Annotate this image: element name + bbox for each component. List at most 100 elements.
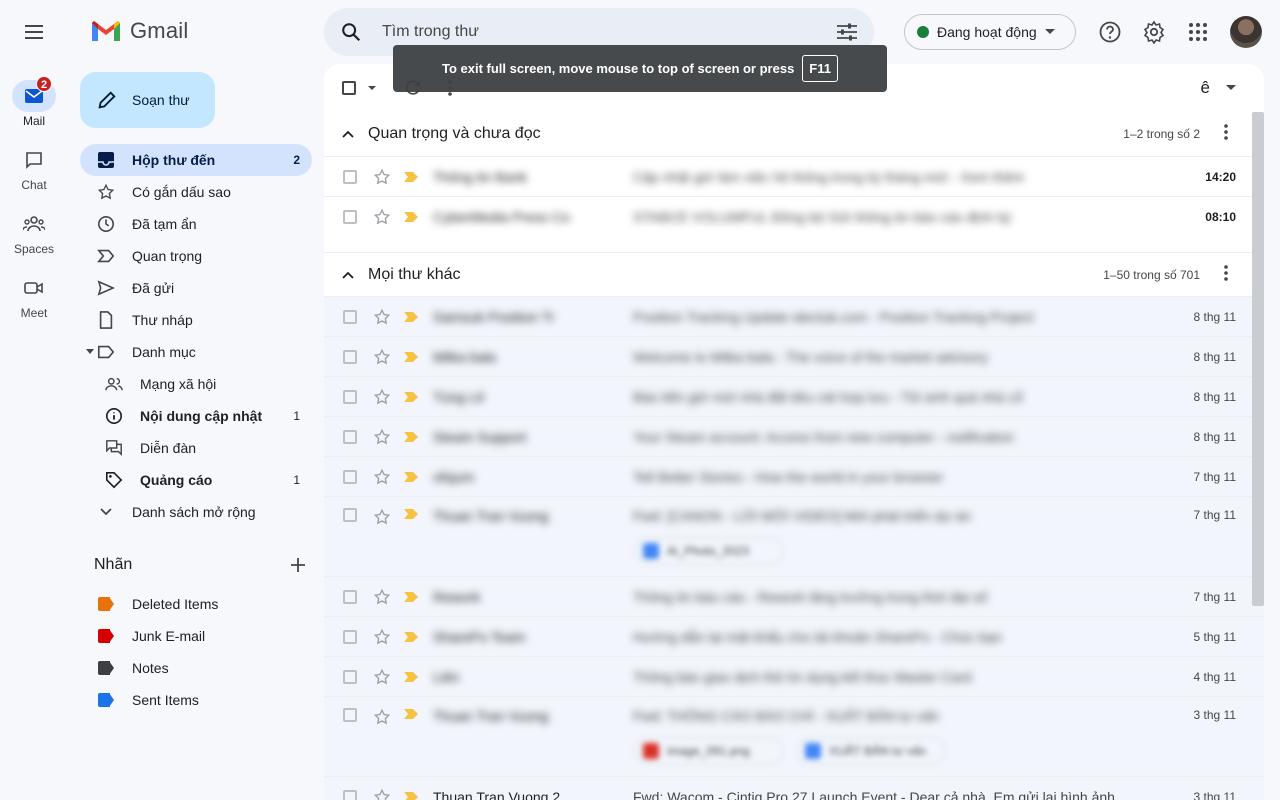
star-icon[interactable] bbox=[373, 308, 391, 326]
star-icon[interactable] bbox=[373, 708, 391, 726]
status-selector[interactable]: Đang hoạt động bbox=[904, 14, 1076, 50]
row-checkbox[interactable] bbox=[343, 169, 357, 184]
mail-row[interactable]: Tùng Lê Báo tiến giờ mới nhà đất tiêu cát… bbox=[324, 376, 1264, 416]
caret-down-icon[interactable] bbox=[368, 85, 376, 91]
important-marker-icon[interactable] bbox=[403, 671, 419, 683]
mail-row[interactable]: SharePo Team Hướng dẫn lại mật khẩu cho t… bbox=[324, 616, 1264, 656]
pencil-icon bbox=[98, 91, 116, 109]
row-checkbox[interactable] bbox=[343, 669, 357, 684]
select-all-checkbox[interactable] bbox=[342, 81, 356, 95]
important-marker-icon[interactable] bbox=[403, 708, 419, 720]
important-marker-icon[interactable] bbox=[403, 351, 419, 363]
main-menu-icon[interactable] bbox=[22, 20, 46, 44]
star-icon[interactable] bbox=[373, 428, 391, 446]
mail-row[interactable]: Thuan Tran Vuong Fwd: [CANON - LỜI MỜI VI… bbox=[324, 496, 1264, 576]
important-marker-icon[interactable] bbox=[403, 591, 419, 603]
important-marker-icon[interactable] bbox=[403, 508, 419, 520]
mail-list-scrollbar[interactable] bbox=[1252, 112, 1264, 606]
star-icon[interactable] bbox=[373, 508, 391, 526]
gmail-logo[interactable]: Gmail bbox=[90, 18, 188, 44]
star-icon[interactable] bbox=[373, 788, 391, 800]
caret-down-icon[interactable] bbox=[1226, 85, 1236, 91]
row-checkbox[interactable] bbox=[343, 209, 357, 224]
row-checkbox[interactable] bbox=[343, 629, 357, 644]
label-item-junk-email[interactable]: Junk E-mail bbox=[80, 620, 312, 652]
nav-item-snoozed[interactable]: Đã tạm ẩn bbox=[80, 208, 312, 240]
important-marker-icon[interactable] bbox=[403, 311, 419, 323]
nav-item-social[interactable]: Mạng xã hội bbox=[80, 368, 312, 400]
search-input[interactable] bbox=[382, 23, 836, 41]
row-checkbox[interactable] bbox=[343, 309, 357, 324]
compose-button[interactable]: Soạn thư bbox=[80, 72, 215, 128]
star-icon[interactable] bbox=[373, 168, 391, 186]
label-item-deleted-items[interactable]: Deleted Items bbox=[80, 588, 312, 620]
row-checkbox[interactable] bbox=[343, 429, 357, 444]
gear-icon[interactable] bbox=[1142, 20, 1166, 44]
nav-item-categories[interactable]: Danh mục bbox=[80, 336, 312, 368]
nav-item-more[interactable]: Danh sách mở rộng bbox=[80, 496, 312, 528]
rail-item-meet[interactable]: Meet bbox=[0, 272, 68, 320]
nav-item-updates[interactable]: Nội dung cập nhật 1 bbox=[80, 400, 312, 432]
attachment-chip[interactable]: XUẤT BẢN tư vấn bbox=[796, 737, 946, 765]
star-icon[interactable] bbox=[373, 588, 391, 606]
forum-icon bbox=[104, 438, 124, 458]
nav-item-starred[interactable]: Có gắn dấu sao bbox=[80, 176, 312, 208]
star-icon[interactable] bbox=[373, 668, 391, 686]
row-checkbox[interactable] bbox=[343, 789, 357, 800]
search-options-icon[interactable] bbox=[836, 22, 858, 42]
row-checkbox[interactable] bbox=[343, 708, 357, 722]
star-icon[interactable] bbox=[373, 388, 391, 406]
more-vert-icon[interactable] bbox=[1224, 124, 1228, 140]
row-checkbox[interactable] bbox=[343, 508, 357, 522]
help-icon[interactable] bbox=[1098, 20, 1122, 44]
nav-item-important[interactable]: Quan trọng bbox=[80, 240, 312, 272]
nav-item-sent[interactable]: Đã gửi bbox=[80, 272, 312, 304]
row-checkbox[interactable] bbox=[343, 469, 357, 484]
rail-item-chat[interactable]: Chat bbox=[0, 144, 68, 192]
nav-item-forums[interactable]: Diễn đàn bbox=[80, 432, 312, 464]
rail-item-spaces[interactable]: Spaces bbox=[0, 208, 68, 256]
nav-item-promotions[interactable]: Quảng cáo 1 bbox=[80, 464, 312, 496]
label-item-notes[interactable]: Notes bbox=[80, 652, 312, 684]
input-tools-icon[interactable]: ê bbox=[1201, 78, 1210, 98]
important-marker-icon[interactable] bbox=[403, 631, 419, 643]
section-everything-else[interactable]: Mọi thư khác 1–50 trong số 701 bbox=[324, 252, 1264, 296]
row-checkbox[interactable] bbox=[343, 349, 357, 364]
attachment-chip[interactable]: image_091.png bbox=[634, 737, 784, 765]
mail-row[interactable]: Thuan Tran Vuong 2 Fwd: Wacom - Cintiq Pr… bbox=[324, 776, 1264, 800]
star-icon[interactable] bbox=[373, 468, 391, 486]
important-marker-icon[interactable] bbox=[403, 431, 419, 443]
row-checkbox[interactable] bbox=[343, 589, 357, 604]
apps-grid-icon[interactable] bbox=[1186, 20, 1210, 44]
important-marker-icon[interactable] bbox=[403, 211, 419, 223]
more-vert-icon[interactable] bbox=[1224, 265, 1228, 281]
star-icon[interactable] bbox=[373, 208, 391, 226]
mail-row[interactable]: CyberMedia Press Co STABCE VOLUMFUL Đồng … bbox=[324, 196, 1264, 236]
attachment-chip[interactable]: Ai_Photo_2023 bbox=[634, 537, 784, 565]
account-avatar[interactable] bbox=[1230, 16, 1262, 48]
mail-row[interactable]: Thông tin Bank Cập nhật giờ làm việc hệ t… bbox=[324, 156, 1264, 196]
important-marker-icon[interactable] bbox=[403, 471, 419, 483]
label-color-icon bbox=[96, 661, 116, 675]
star-icon[interactable] bbox=[373, 348, 391, 366]
nav-item-inbox[interactable]: Hộp thư đến 2 bbox=[80, 144, 312, 176]
fullscreen-key: F11 bbox=[802, 55, 838, 82]
nav-item-drafts[interactable]: Thư nháp bbox=[80, 304, 312, 336]
mail-row[interactable]: Samsub Position Tr Position Tracking Upda… bbox=[324, 296, 1264, 336]
important-marker-icon[interactable] bbox=[403, 171, 419, 183]
important-marker-icon[interactable] bbox=[403, 791, 419, 800]
important-marker-icon[interactable] bbox=[403, 391, 419, 403]
mail-row[interactable]: Liên Thông báo giao dịch thẻ tín dụng kết… bbox=[324, 656, 1264, 696]
star-icon[interactable] bbox=[373, 628, 391, 646]
row-checkbox[interactable] bbox=[343, 389, 357, 404]
rail-item-mail[interactable]: 2 Mail bbox=[0, 76, 68, 128]
add-label-icon[interactable] bbox=[290, 557, 306, 573]
mail-row[interactable]: Steam Support Your Steam account: Access … bbox=[324, 416, 1264, 456]
section-important-unread[interactable]: Quan trọng và chưa đọc 1–2 trong số 2 bbox=[324, 112, 1264, 156]
mail-row[interactable]: Thuan Tran Vuong Fwd: THÔNG CÁO BÁO CHÍ -… bbox=[324, 696, 1264, 776]
mail-row[interactable]: Milka bala Welcome to Milka bala - The vo… bbox=[324, 336, 1264, 376]
mail-row[interactable]: ofsjum Tell Better Stories - How the worl… bbox=[324, 456, 1264, 496]
label-item-sent-items[interactable]: Sent Items bbox=[80, 684, 312, 716]
search-icon[interactable] bbox=[340, 21, 362, 43]
mail-row[interactable]: Rework Thông tin báo cáo - Rework tăng tr… bbox=[324, 576, 1264, 616]
